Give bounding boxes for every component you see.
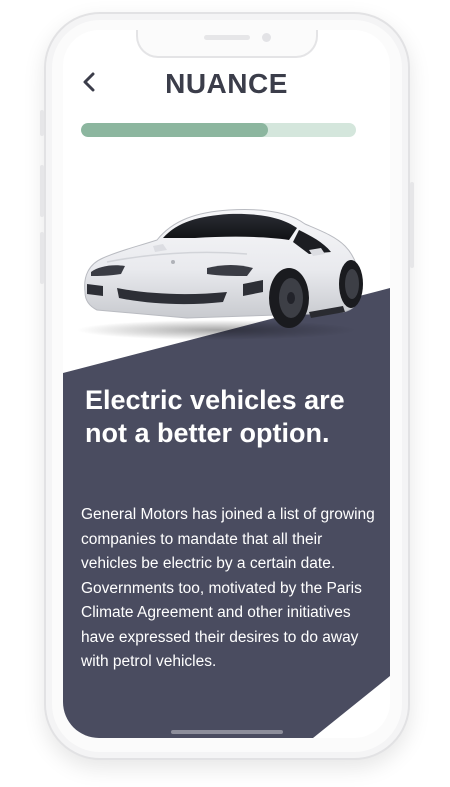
article-headline: Electric vehicles are not a better optio… <box>85 385 345 448</box>
app-title: NUANCE <box>165 68 288 99</box>
home-indicator <box>171 730 283 734</box>
volume-up-button <box>40 165 44 217</box>
front-camera <box>262 33 271 42</box>
car-image <box>77 209 363 340</box>
phone-screen: NUANCE Electric vehicles are not a bette… <box>63 30 390 738</box>
mute-switch <box>40 110 44 136</box>
power-button <box>410 182 414 268</box>
phone-notch <box>136 30 318 58</box>
volume-down-button <box>40 232 44 284</box>
article-body: General Motors has joined a list of grow… <box>81 506 375 670</box>
progress-fill <box>81 123 268 137</box>
speaker-grille <box>204 35 250 40</box>
lesson-progress-bar <box>81 123 356 137</box>
